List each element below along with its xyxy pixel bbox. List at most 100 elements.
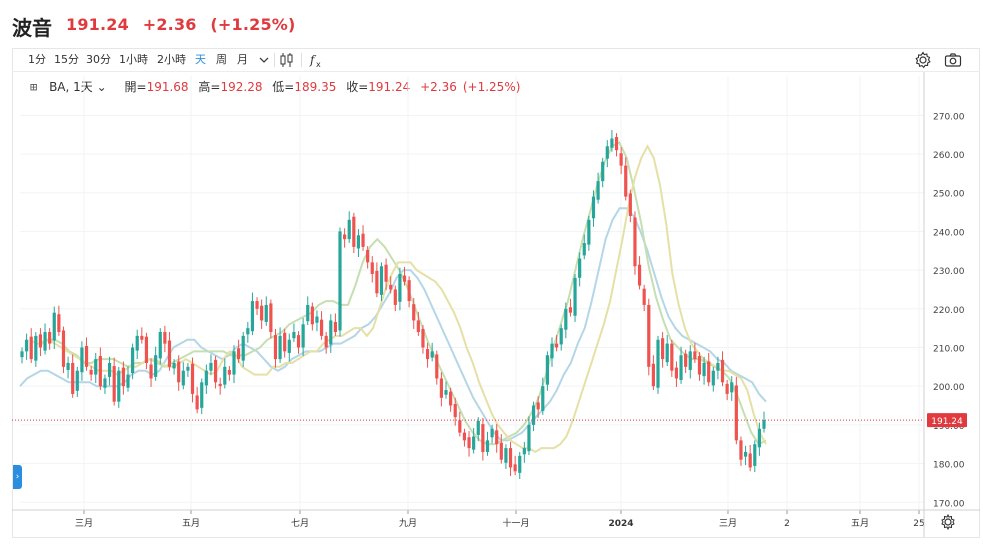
- candle-body: [578, 258, 582, 278]
- candle-body: [319, 319, 324, 336]
- candle-body: [398, 273, 402, 302]
- time-settings-gear-icon[interactable]: [941, 513, 955, 531]
- candle-body: [435, 354, 439, 379]
- candle-body: [495, 430, 499, 445]
- candle-body: [48, 332, 52, 344]
- candle-body: [273, 335, 278, 360]
- candle-body: [527, 424, 531, 452]
- candle-body: [670, 343, 674, 371]
- candle-body: [725, 383, 729, 394]
- candle-body: [522, 448, 526, 455]
- candle-body: [149, 364, 153, 379]
- candle-body: [614, 137, 619, 151]
- y-tick-label: 220.00: [933, 306, 965, 316]
- candle-body: [430, 351, 434, 358]
- time-settings-gear-icon[interactable]: [944, 518, 952, 526]
- candle-body: [237, 348, 241, 360]
- x-tick-label: 三月: [719, 518, 737, 529]
- candle-body: [508, 448, 513, 468]
- candle-body: [665, 343, 669, 363]
- candle-body: [29, 336, 33, 360]
- candle-body: [154, 355, 158, 377]
- candle-body: [688, 351, 692, 370]
- candle-body: [467, 437, 471, 449]
- candle-body: [757, 428, 761, 448]
- moving-average-mid: [39, 141, 767, 446]
- x-tick-label: 九月: [399, 518, 417, 529]
- candle-body: [642, 288, 646, 305]
- side-panel-toggle[interactable]: ›: [13, 465, 22, 489]
- candle-body: [458, 420, 462, 433]
- y-tick-label: 270.00: [933, 112, 965, 122]
- candle-body: [52, 312, 56, 341]
- candle-body: [38, 334, 43, 348]
- candle-body: [283, 332, 287, 352]
- candle-body: [485, 440, 490, 452]
- candle-body: [200, 382, 204, 408]
- x-tick-label: 三月: [75, 518, 93, 529]
- candle-body: [98, 356, 102, 387]
- y-tick-label: 210.00: [933, 344, 965, 354]
- candle-body: [531, 405, 536, 425]
- y-tick-label: 230.00: [933, 267, 965, 277]
- last-price-label: 191.24: [931, 417, 963, 427]
- candle-body: [324, 335, 328, 348]
- candle-body: [550, 343, 554, 359]
- candle-body: [476, 421, 480, 435]
- candle-body: [278, 335, 282, 360]
- candle-body: [679, 355, 683, 380]
- candle-body: [587, 219, 591, 245]
- candle-body: [131, 347, 135, 374]
- candle-body: [407, 280, 411, 302]
- candle-body: [89, 369, 93, 375]
- candle-body: [177, 361, 181, 383]
- candle-body: [264, 304, 268, 322]
- candle-body: [559, 328, 563, 345]
- candle-body: [748, 453, 752, 468]
- candle-body: [34, 335, 38, 361]
- candle-body: [204, 370, 208, 386]
- price-chart[interactable]: 170.00180.00190.00200.00210.00220.00230.…: [0, 0, 983, 549]
- candle-body: [66, 362, 70, 370]
- candle-body: [250, 301, 255, 332]
- candle-body: [172, 362, 176, 369]
- candle-body: [389, 284, 393, 290]
- candle-body: [57, 314, 61, 333]
- candle-body: [412, 304, 416, 321]
- candle-body: [195, 395, 199, 410]
- candle-body: [167, 340, 172, 367]
- candle-body: [71, 362, 75, 394]
- candle-body: [624, 165, 628, 197]
- candle-body: [605, 146, 609, 159]
- candle-body: [310, 306, 314, 325]
- candle-body: [223, 366, 227, 385]
- candle-body: [734, 385, 738, 441]
- candle-body: [213, 359, 218, 383]
- candle-body: [370, 262, 374, 274]
- candle-body: [490, 428, 494, 438]
- candle-body: [720, 359, 725, 383]
- candle-body: [140, 335, 144, 340]
- candle-body: [80, 347, 84, 373]
- candle-body: [246, 328, 250, 335]
- candle-body: [227, 369, 231, 375]
- candle-body: [425, 349, 430, 360]
- candle-body: [338, 231, 342, 331]
- candle-body: [232, 351, 236, 375]
- candle-body: [693, 351, 697, 360]
- candle-body: [674, 367, 679, 379]
- candle-body: [61, 330, 66, 367]
- x-tick-label: 七月: [291, 518, 309, 529]
- candle-body: [94, 359, 98, 375]
- candle-body: [126, 374, 130, 388]
- candle-body: [711, 370, 715, 386]
- candle-body: [402, 275, 407, 282]
- candle-body: [190, 363, 195, 394]
- candle-body: [292, 332, 296, 339]
- candle-body: [269, 303, 273, 333]
- candle-body: [117, 370, 121, 402]
- y-tick-label: 170.00: [933, 499, 965, 509]
- candle-body: [449, 391, 453, 406]
- candle-body: [287, 339, 291, 353]
- x-tick-label: 十一月: [502, 517, 529, 529]
